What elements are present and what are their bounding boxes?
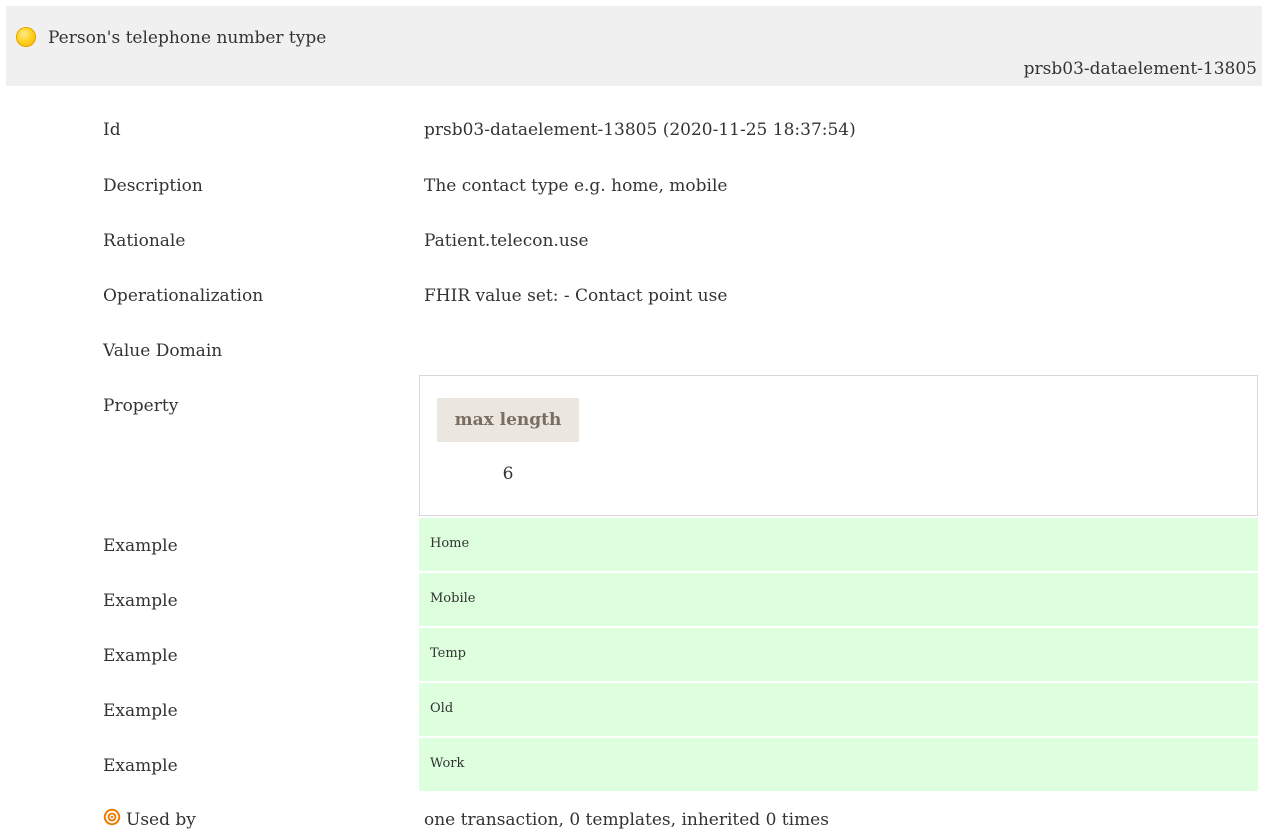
example-cell: Old — [419, 683, 1258, 736]
description-label: Description — [103, 176, 203, 196]
property-value-max-length: 6 — [502, 464, 514, 484]
example-value: Temp — [430, 646, 467, 661]
description-value: The contact type e.g. home, mobile — [424, 176, 728, 196]
example-value: Mobile — [430, 591, 476, 606]
status-circle-yellow-icon — [16, 27, 36, 47]
example-cell: Temp — [419, 628, 1258, 681]
property-header-max-length: max length — [437, 398, 579, 442]
used-by-value[interactable]: one transaction, 0 templates, inherited … — [424, 810, 829, 830]
operationalization-label: Operationalization — [103, 286, 264, 306]
example-value: Old — [430, 701, 454, 716]
example-label: Example — [103, 701, 178, 721]
example-cell: Home — [419, 518, 1258, 571]
example-cell: Mobile — [419, 573, 1258, 626]
example-cell: Work — [419, 738, 1258, 791]
property-table: max length 6 — [419, 375, 1258, 516]
used-by-label: Used by — [126, 810, 196, 830]
rationale-label: Rationale — [103, 231, 186, 251]
rationale-value: Patient.telecon.use — [424, 231, 589, 251]
concept-header: Person's telephone number type prsb03-da… — [6, 6, 1262, 86]
example-label: Example — [103, 756, 178, 776]
operationalization-value: FHIR value set: - Contact point use — [424, 286, 728, 306]
property-label: Property — [103, 396, 179, 416]
concept-title: Person's telephone number type — [48, 28, 327, 48]
example-label: Example — [103, 536, 178, 556]
example-value: Work — [430, 756, 465, 771]
value-domain-label: Value Domain — [103, 341, 223, 361]
id-label: Id — [103, 120, 121, 140]
example-value: Home — [430, 536, 470, 551]
example-label: Example — [103, 646, 178, 666]
target-icon — [103, 808, 121, 826]
concept-id: prsb03-dataelement-13805 — [1023, 59, 1257, 79]
example-label: Example — [103, 591, 178, 611]
id-value: prsb03-dataelement-13805 (2020-11-25 18:… — [424, 120, 856, 140]
